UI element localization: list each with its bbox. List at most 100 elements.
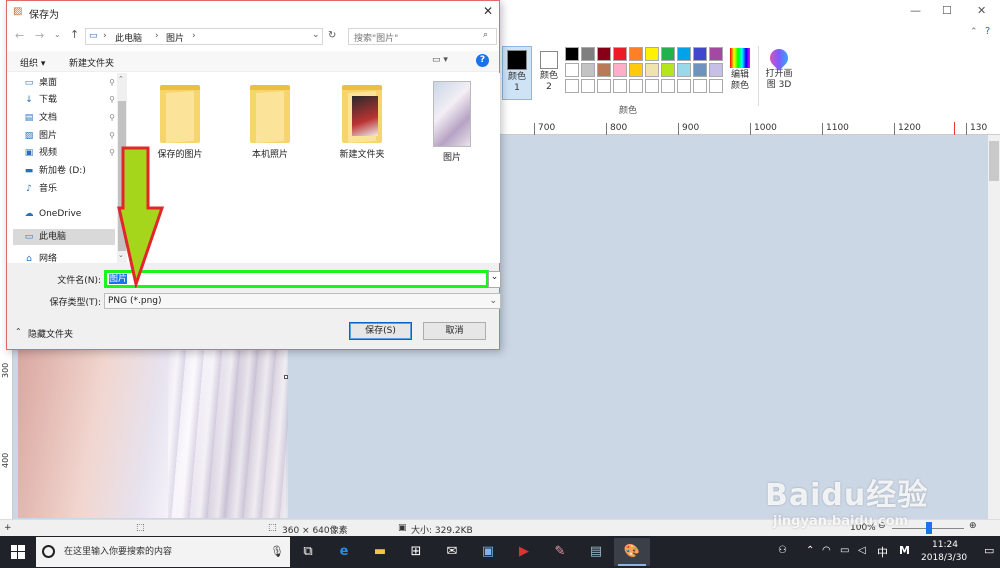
show-hidden-icons-icon[interactable]: ⌃ [806,545,814,556]
view-options-icon[interactable]: ▭ ▾ [432,55,448,65]
dialog-close-icon[interactable]: ✕ [483,4,493,18]
hide-folders-button[interactable]: 隐藏文件夹 [28,327,73,340]
save-button[interactable]: 保存(S) [349,322,412,340]
palette-color-swatch[interactable] [597,63,611,77]
palette-empty-swatch[interactable] [709,79,723,93]
palette-color-swatch[interactable] [613,63,627,77]
mail-icon[interactable]: ✉ [434,538,470,566]
file-explorer-icon[interactable]: ▬ [362,538,398,566]
close-icon[interactable]: ✕ [977,4,986,17]
scroll-thumb[interactable] [989,141,999,181]
palette-empty-swatch[interactable] [645,79,659,93]
network-app-icon[interactable]: ▣ [470,538,506,566]
palette-color-swatch[interactable] [581,47,595,61]
zoom-in-icon[interactable]: ⊕ [969,521,977,531]
search-icon[interactable]: ⌕ [483,30,488,40]
maximize-icon[interactable]: ☐ [942,4,952,17]
media-app-icon[interactable]: ▶ [506,538,542,566]
palette-color-swatch[interactable] [565,63,579,77]
nav-item[interactable]: ☁ OneDrive [23,206,117,222]
palette-color-swatch[interactable] [661,47,675,61]
search-input[interactable]: 搜索"图片" ⌕ [348,28,497,45]
resize-handle[interactable] [284,375,288,379]
file-item-camera-roll[interactable]: 本机照片 [230,85,310,160]
ime-mode[interactable]: M [899,544,910,557]
nav-item[interactable]: ▭ 桌面 ⚲ [23,75,117,91]
breadcrumb-pictures[interactable]: 图片 [166,31,184,44]
people-icon[interactable]: ⚇ [778,545,787,556]
file-item-picture[interactable]: 图片 [412,81,492,163]
edit-colors-button[interactable]: 编辑颜色 [726,46,754,100]
collapse-ribbon-icon[interactable]: ⌃ [970,27,978,37]
palette-color-swatch[interactable] [677,63,691,77]
clock-time[interactable]: 11:24 [932,540,958,550]
palette-empty-swatch[interactable] [613,79,627,93]
minimize-icon[interactable]: — [910,4,921,17]
breadcrumb-this-pc[interactable]: 此电脑 [115,31,142,44]
address-bar[interactable]: ▭ › 此电脑 › 图片 › ⌄ [85,28,323,45]
filename-dropdown-icon[interactable]: ⌄ [488,271,501,288]
palette-color-swatch[interactable] [661,63,675,77]
wifi-icon[interactable]: ◠ [822,545,831,556]
paint-taskbar-icon[interactable]: ✎ [542,538,578,566]
palette-color-swatch[interactable] [645,47,659,61]
taskbar-search-input[interactable]: 在这里输入你要搜索的内容 🎙 [36,537,290,567]
vertical-scrollbar[interactable] [988,135,1000,519]
palette-color-swatch[interactable] [645,63,659,77]
palette-color-swatch[interactable] [581,63,595,77]
store-icon[interactable]: ⊞ [398,538,434,566]
back-icon[interactable]: ← [15,29,24,42]
color2-button[interactable]: 颜色 2 [536,46,562,100]
canvas-image[interactable] [18,350,288,518]
palette-color-swatch[interactable] [693,47,707,61]
palette-color-swatch[interactable] [597,47,611,61]
volume-icon[interactable]: ◁ [858,545,866,556]
new-folder-button[interactable]: 新建文件夹 [69,56,114,69]
windows-start-icon[interactable] [11,545,25,559]
organize-button[interactable]: 组织 ▾ [20,56,45,69]
action-center-icon[interactable]: ▭ [984,544,994,557]
palette-color-swatch[interactable] [565,47,579,61]
filetype-select[interactable]: PNG (*.png) ⌄ [104,293,501,309]
palette-color-swatch[interactable] [693,63,707,77]
paint-active-icon[interactable]: 🎨 [614,538,650,566]
ime-language[interactable]: 中 [877,544,888,560]
nav-item[interactable]: ↓ 下载 ⚲ [23,92,117,108]
nav-item[interactable]: ▭ 此电脑 [13,229,115,245]
color1-button[interactable]: 颜色 1 [502,46,532,100]
address-dropdown-icon[interactable]: ⌄ [312,30,320,40]
palette-empty-swatch[interactable] [677,79,691,93]
microphone-icon[interactable]: 🎙 [270,537,284,567]
palette-empty-swatch[interactable] [597,79,611,93]
palette-color-swatch[interactable] [677,47,691,61]
scroll-up-icon[interactable]: ⌃ [118,75,124,83]
palette-color-swatch[interactable] [629,63,643,77]
task-view-icon[interactable]: ⧉ [290,538,326,566]
clock-date[interactable]: 2018/3/30 [921,553,967,563]
palette-empty-swatch[interactable] [565,79,579,93]
palette-color-swatch[interactable] [709,47,723,61]
edge-browser-icon[interactable]: e [326,538,362,566]
palette-empty-swatch[interactable] [581,79,595,93]
nav-item[interactable]: ▨ 图片 ⚲ [23,128,117,144]
nav-item[interactable]: ▤ 文档 ⚲ [23,110,117,126]
document-app-icon[interactable]: ▤ [578,538,614,566]
forward-icon[interactable]: → [35,29,44,42]
hide-folders-chevron-icon[interactable]: ⌃ [15,327,22,336]
palette-color-swatch[interactable] [629,47,643,61]
palette-empty-swatch[interactable] [693,79,707,93]
palette-empty-swatch[interactable] [661,79,675,93]
battery-icon[interactable]: ▭ [840,545,849,556]
palette-color-swatch[interactable] [613,47,627,61]
palette-color-swatch[interactable] [709,63,723,77]
recent-dropdown-icon[interactable]: ⌄ [54,30,61,39]
help-icon[interactable]: ? [985,26,990,37]
palette-empty-swatch[interactable] [629,79,643,93]
help-icon[interactable]: ? [476,54,489,67]
nav-item[interactable]: ♪ 音乐 [23,181,117,197]
file-item-new-folder[interactable]: 新建文件夹 [322,85,402,160]
cancel-button[interactable]: 取消 [423,322,486,340]
nav-item[interactable]: ▣ 视频 ⚲ [23,145,117,161]
up-icon[interactable]: ↑ [70,28,79,41]
nav-item[interactable]: ▬ 新加卷 (D:) [23,163,117,179]
